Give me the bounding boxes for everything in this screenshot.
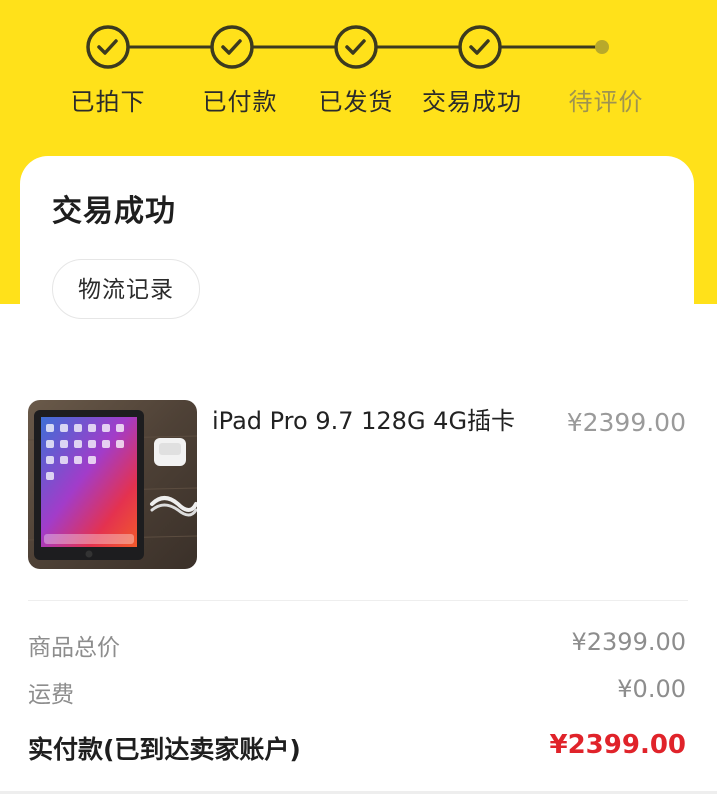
goods-total-label: 商品总价 [28, 635, 120, 661]
status-title: 交易成功 [52, 194, 176, 229]
check-circle-icon [334, 25, 378, 69]
progress-track [86, 25, 609, 69]
product-thumbnail[interactable] [28, 400, 197, 569]
step-label-placed: 已拍下 [70, 88, 146, 116]
check-circle-icon [86, 25, 130, 69]
paid-label: 实付款(已到达卖家账户) [28, 735, 301, 764]
product-price: ¥2399.00 [566, 408, 686, 437]
check-circle-icon [458, 25, 502, 69]
step-label-shipped: 已发货 [318, 88, 394, 116]
divider [28, 600, 688, 601]
product-item[interactable]: iPad Pro 9.7 128G 4G插卡 ¥2399.00 [28, 400, 688, 570]
step-label-paid: 已付款 [202, 88, 278, 116]
goods-total-value: ¥2399.00 [571, 628, 686, 656]
step-label-to-review: 待评价 [568, 88, 644, 116]
paid-value: ¥2399.00 [549, 730, 686, 760]
check-circle-icon [210, 25, 254, 69]
product-title[interactable]: iPad Pro 9.7 128G 4G插卡 [212, 402, 532, 440]
order-progress: 已拍下 已付款 已发货 交易成功 待评价 [0, 0, 717, 140]
logistics-record-button[interactable]: 物流记录 [52, 259, 200, 319]
dot-icon [595, 40, 609, 54]
status-card: 交易成功 物流记录 [20, 156, 694, 354]
shipping-label: 运费 [28, 682, 74, 708]
shipping-value: ¥0.00 [617, 675, 686, 703]
step-label-completed: 交易成功 [422, 88, 522, 116]
